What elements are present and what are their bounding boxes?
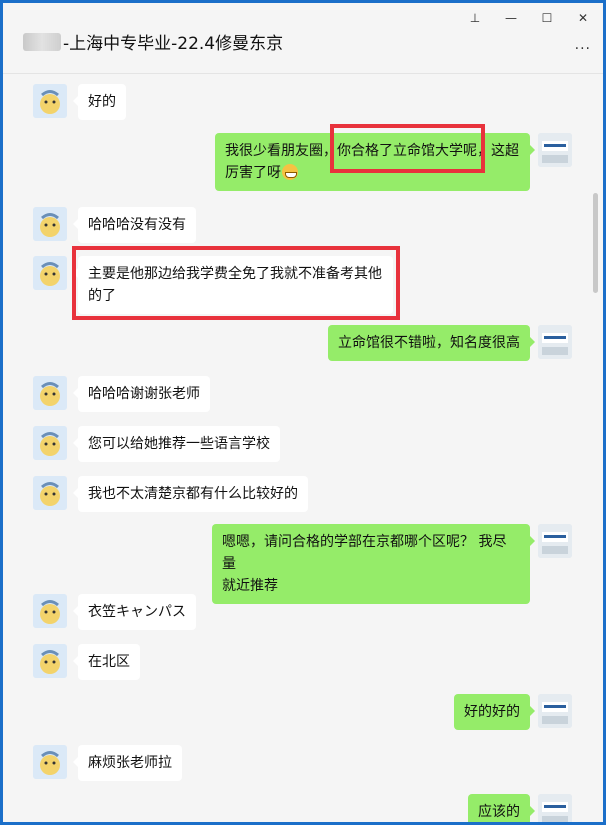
message-bubble[interactable]: 应该的 [468,794,535,822]
message-bubble[interactable]: 立命馆很不错啦，知名度很高 [328,325,535,361]
maximize-icon[interactable]: ☐ [541,11,553,25]
chat-window: -上海中专毕业-22.4修曼东京 ⊥ — ☐ ✕ ··· 好的 我很少看朋友圈，… [3,3,603,822]
contact-avatar[interactable] [33,745,67,779]
message-line: 厉害了呀 [225,165,281,181]
my-avatar[interactable] [538,794,572,822]
message-line: 的了 [88,288,116,304]
message-bubble[interactable]: 哈哈哈没有没有 [73,207,196,243]
my-avatar[interactable] [538,524,572,558]
grin-emoji-icon [282,164,298,180]
scrollbar[interactable] [593,193,598,293]
more-options-icon[interactable]: ··· [575,41,591,57]
message-bubble[interactable]: 好的好的 [454,694,535,730]
contact-avatar[interactable] [33,376,67,410]
message-line: 我很少看朋友圈，你合格了立命馆大学呢，这超 [225,143,519,159]
message-bubble[interactable]: 我也不太清楚京都有什么比较好的 [73,476,308,512]
message-bubble[interactable]: 哈哈哈谢谢张老师 [73,376,210,412]
contact-avatar[interactable] [33,594,67,628]
contact-avatar[interactable] [33,476,67,510]
message-bubble[interactable]: 您可以给她推荐一些语言学校 [73,426,280,462]
message-line: 主要是他那边给我学费全免了我就不准备考其他 [88,266,382,282]
message-list[interactable]: 好的 我很少看朋友圈，你合格了立命馆大学呢，这超 厉害了呀 哈哈哈没有没有 主要… [3,74,587,822]
chat-title: -上海中专毕业-22.4修曼东京 [23,29,283,54]
my-avatar[interactable] [538,133,572,167]
contact-avatar[interactable] [33,84,67,118]
message-bubble[interactable]: 嗯嗯，请问合格的学部在京都哪个区呢？ 我尽量 就近推荐 [212,524,535,604]
message-bubble[interactable]: 在北区 [73,644,140,680]
contact-avatar[interactable] [33,207,67,241]
message-line: 嗯嗯，请问合格的学部在京都哪个区呢？ 我尽量 [222,534,507,572]
contact-avatar[interactable] [33,644,67,678]
window-controls: ⊥ — ☐ ✕ [469,11,589,25]
my-avatar[interactable] [538,325,572,359]
message-line: 就近推荐 [222,578,278,594]
message-bubble[interactable]: 衣笠キャンパス [73,594,196,630]
chat-title-text: -上海中专毕业-22.4修曼东京 [63,34,284,54]
minimize-icon[interactable]: — [505,11,517,25]
redacted-name [23,32,61,51]
message-bubble[interactable]: 主要是他那边给我学费全免了我就不准备考其他 的了 [73,256,393,314]
message-bubble[interactable]: 我很少看朋友圈，你合格了立命馆大学呢，这超 厉害了呀 [215,133,535,191]
message-bubble[interactable]: 麻烦张老师拉 [73,745,182,781]
message-bubble[interactable]: 好的 [73,84,126,120]
pin-icon[interactable]: ⊥ [469,11,481,25]
my-avatar[interactable] [538,694,572,728]
contact-avatar[interactable] [33,256,67,290]
contact-avatar[interactable] [33,426,67,460]
title-bar: -上海中专毕业-22.4修曼东京 ⊥ — ☐ ✕ ··· [3,3,603,74]
close-icon[interactable]: ✕ [577,11,589,25]
